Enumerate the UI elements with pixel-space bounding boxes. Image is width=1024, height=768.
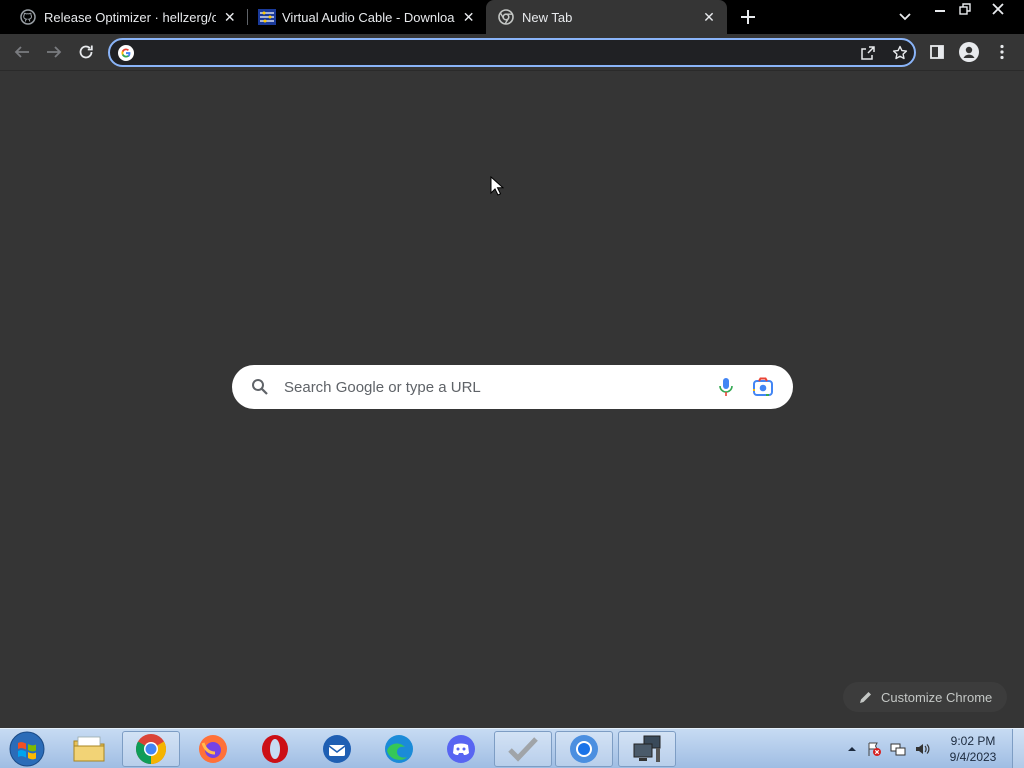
tab-release-optimizer[interactable]: Release Optimizer · hellzerg/opti ✕ xyxy=(0,0,247,34)
more-vert-icon xyxy=(1000,44,1004,60)
side-panel-icon xyxy=(930,45,944,59)
show-desktop-button[interactable] xyxy=(1012,729,1024,768)
windows-logo-icon xyxy=(9,731,45,767)
taskbar-thunderbird[interactable] xyxy=(308,731,366,767)
discord-icon xyxy=(447,735,475,763)
reload-icon xyxy=(79,45,93,59)
ntp-search-box[interactable] xyxy=(232,365,793,409)
tab-strip: Release Optimizer · hellzerg/opti ✕ Virt… xyxy=(0,0,1024,34)
folder-icon xyxy=(73,736,105,762)
side-panel-button[interactable] xyxy=(924,39,950,65)
show-hidden-icons-button[interactable] xyxy=(844,741,860,757)
clock-time: 9:02 PM xyxy=(950,734,996,748)
opera-icon xyxy=(262,735,288,763)
tab-title: New Tab xyxy=(522,9,573,25)
minimize-icon xyxy=(935,10,945,12)
chromium-icon xyxy=(570,735,598,763)
minimize-button[interactable] xyxy=(927,0,953,18)
profile-button[interactable] xyxy=(956,39,982,65)
tab-title: Virtual Audio Cable - Downloads xyxy=(282,9,456,25)
volume-icon[interactable] xyxy=(914,741,930,757)
github-icon xyxy=(20,9,36,25)
tab-new-tab[interactable]: New Tab ✕ xyxy=(486,0,727,34)
plus-icon xyxy=(741,10,755,24)
lens-search-button[interactable] xyxy=(752,377,774,397)
star-icon xyxy=(892,45,908,60)
taskbar-opera[interactable] xyxy=(246,731,304,767)
address-bar[interactable] xyxy=(108,38,916,67)
pencil-icon xyxy=(860,692,871,703)
taskbar-chrome[interactable] xyxy=(122,731,180,767)
ntp-search-input[interactable] xyxy=(284,376,704,398)
vac-icon xyxy=(258,9,276,25)
bookmark-button[interactable] xyxy=(890,43,910,63)
action-center-icon[interactable] xyxy=(866,741,882,757)
edge-icon xyxy=(385,735,413,763)
flag-error-icon xyxy=(868,742,881,756)
taskbar-checkmark-app[interactable] xyxy=(494,731,552,767)
close-window-button[interactable] xyxy=(985,0,1011,18)
close-tab-icon[interactable]: ✕ xyxy=(222,9,237,25)
toolbar xyxy=(0,34,1024,71)
taskbar-firefox[interactable] xyxy=(184,731,242,767)
firefox-icon xyxy=(199,735,227,763)
restore-icon xyxy=(959,3,971,15)
share-button[interactable] xyxy=(858,43,878,63)
customize-label: Customize Chrome xyxy=(881,689,993,705)
close-icon xyxy=(992,3,1004,15)
new-tab-button[interactable] xyxy=(736,5,760,29)
thunderbird-icon xyxy=(323,735,351,763)
checkmark-icon xyxy=(508,737,538,762)
tab-title: Release Optimizer · hellzerg/opti xyxy=(44,9,217,25)
restore-button[interactable] xyxy=(952,0,978,18)
clock[interactable]: 9:02 PM 9/4/2023 xyxy=(940,733,1006,765)
share-icon xyxy=(861,46,875,60)
chrome-icon xyxy=(498,9,514,25)
search-icon xyxy=(251,378,269,396)
taskbar-edge[interactable] xyxy=(370,731,428,767)
menu-button[interactable] xyxy=(989,39,1015,65)
microphone-icon xyxy=(719,378,733,396)
chevron-up-icon xyxy=(848,747,856,751)
network-computers-icon xyxy=(633,735,661,762)
avatar-icon xyxy=(959,42,979,62)
tab-search-button[interactable] xyxy=(893,5,917,29)
taskbar-remote-desktop[interactable] xyxy=(618,731,676,767)
back-button[interactable] xyxy=(9,39,35,65)
mouse-cursor-icon xyxy=(490,176,504,196)
tab-virtual-audio-cable[interactable]: Virtual Audio Cable - Downloads ✕ xyxy=(248,0,486,34)
arrow-right-icon xyxy=(47,46,62,58)
reload-button[interactable] xyxy=(73,39,99,65)
voice-search-button[interactable] xyxy=(716,376,736,398)
forward-button[interactable] xyxy=(41,39,67,65)
network-icon[interactable] xyxy=(890,741,906,757)
taskbar-chromium[interactable] xyxy=(555,731,613,767)
arrow-left-icon xyxy=(14,46,29,58)
close-tab-icon[interactable]: ✕ xyxy=(701,9,717,25)
address-input[interactable] xyxy=(142,43,842,63)
taskbar-discord[interactable] xyxy=(432,731,490,767)
chrome-icon xyxy=(135,734,167,764)
close-tab-icon[interactable]: ✕ xyxy=(461,9,476,25)
google-icon xyxy=(118,45,134,61)
start-button[interactable] xyxy=(6,730,48,768)
chevron-down-icon xyxy=(899,13,911,21)
taskbar-file-explorer[interactable] xyxy=(60,731,118,767)
camera-icon xyxy=(753,377,773,396)
taskbar: 9:02 PM 9/4/2023 xyxy=(0,728,1024,768)
clock-date: 9/4/2023 xyxy=(949,750,997,764)
customize-chrome-button[interactable]: Customize Chrome xyxy=(843,682,1007,712)
